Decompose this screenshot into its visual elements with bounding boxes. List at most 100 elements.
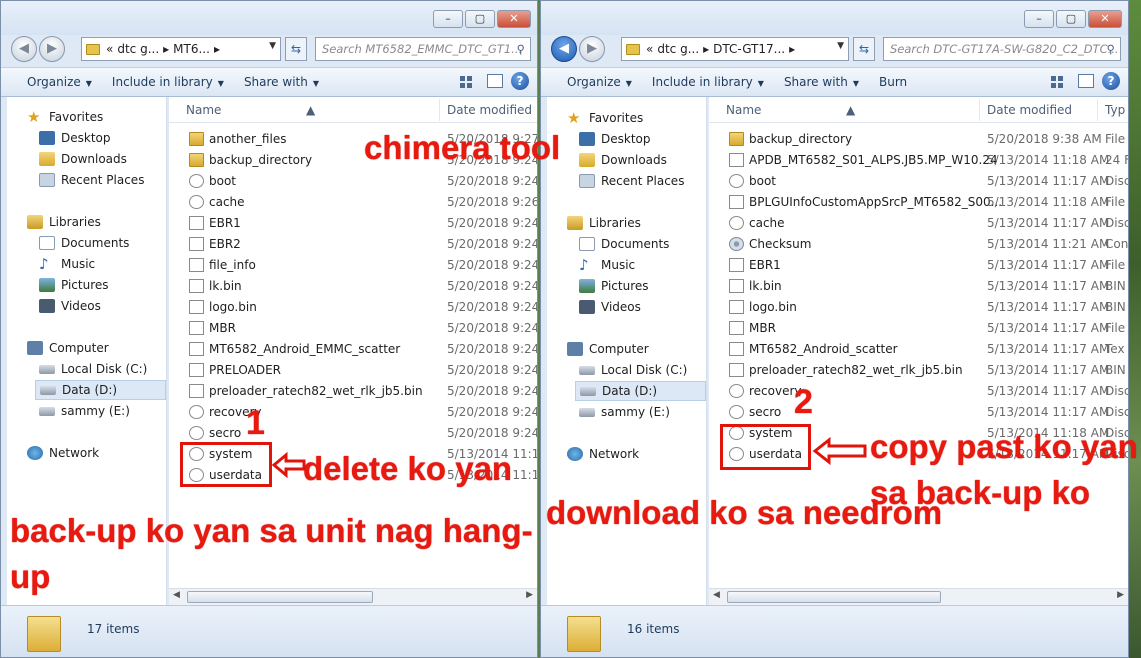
file-row[interactable]: lk.bin 5/20/2018 9:24 A [179,276,537,297]
nav-local-disk[interactable]: Local Disk (C:) [579,360,687,380]
file-row[interactable]: recovery 5/13/2014 11:17 AM Disc [719,381,1128,402]
nav-music[interactable]: ♪ Music [579,255,635,275]
minimize-button[interactable]: – [1024,10,1054,28]
close-button[interactable]: ✕ [1088,10,1122,28]
nav-desktop[interactable]: Desktop [39,128,111,148]
file-row[interactable]: PRELOADER 5/20/2018 9:24 A [179,360,537,381]
column-name[interactable]: Name [186,103,221,117]
nav-recent-places[interactable]: Recent Places [579,171,684,191]
chevron-down-icon[interactable]: ▼ [837,41,844,51]
include-in-library-menu[interactable]: Include in library ▼ [642,75,774,89]
preview-pane-icon[interactable] [487,74,503,88]
nav-recent-places[interactable]: Recent Places [39,170,144,190]
column-type[interactable]: Typ [1105,103,1125,117]
file-row[interactable]: MT6582_Android_scatter 5/13/2014 11:17 AM… [719,339,1125,360]
file-row[interactable]: preloader_ratech82_wet_rlk_jb5.bin 5/20/2… [179,381,537,402]
file-row[interactable]: cache 5/20/2018 9:26 A [179,192,537,213]
nav-pictures[interactable]: Pictures [579,276,649,296]
breadcrumb-item[interactable]: dtc g... [657,42,699,56]
back-button[interactable]: ◀ [551,36,577,62]
scrollbar-thumb[interactable] [727,591,941,603]
nav-music[interactable]: ♪ Music [39,254,95,274]
file-row[interactable]: EBR2 5/20/2018 9:24 A [179,234,537,255]
nav-network[interactable]: Network [27,443,99,463]
file-row[interactable]: EBR1 5/13/2014 11:17 AM File [719,255,1125,276]
address-bar[interactable]: « dtc g... ▸ MT6... ▸ ▼ [81,37,281,61]
file-row[interactable]: logo.bin 5/13/2014 11:17 AM BIN [719,297,1126,318]
back-button[interactable]: ◀ [11,36,37,62]
file-row[interactable]: Checksum 5/13/2014 11:21 AM Con [719,234,1128,255]
search-input[interactable]: Search MT6582_EMMC_DTC_GT1... ⚲ [315,37,531,61]
file-row[interactable]: boot 5/20/2018 9:24 A [179,171,537,192]
nav-data-disk[interactable]: Data (D:) [35,380,166,400]
scroll-right-icon[interactable]: ▶ [526,590,533,600]
organize-menu[interactable]: Organize ▼ [1,75,102,89]
file-row[interactable]: logo.bin 5/20/2018 9:24 A [179,297,537,318]
nav-sammy-disk[interactable]: sammy (E:) [579,402,670,422]
scrollbar-thumb[interactable] [187,591,373,603]
chevron-down-icon[interactable]: ▼ [269,41,276,51]
column-name[interactable]: Name [726,103,761,117]
maximize-button[interactable]: ▢ [465,10,495,28]
nav-libraries[interactable]: Libraries [27,212,101,232]
close-button[interactable]: ✕ [497,10,531,28]
nav-documents[interactable]: Documents [39,233,129,253]
file-row[interactable]: MT6582_Android_EMMC_scatter 5/20/2018 9:2… [179,339,537,360]
address-bar[interactable]: « dtc g... ▸ DTC-GT17... ▸ ▼ [621,37,849,61]
forward-button[interactable]: ▶ [39,36,65,62]
file-row[interactable]: secro 5/20/2018 9:24 A [179,423,537,444]
search-icon[interactable]: ⚲ [517,38,525,60]
forward-button[interactable]: ▶ [579,36,605,62]
nav-computer[interactable]: Computer [567,339,649,359]
share-with-menu[interactable]: Share with ▼ [774,75,869,89]
nav-videos[interactable]: Videos [39,296,101,316]
help-icon[interactable]: ? [1102,72,1120,90]
file-row[interactable]: EBR1 5/20/2018 9:24 A [179,213,537,234]
column-date-modified[interactable]: Date modified [987,103,1072,117]
nav-documents[interactable]: Documents [579,234,669,254]
scroll-right-icon[interactable]: ▶ [1117,590,1124,600]
file-row[interactable]: lk.bin 5/13/2014 11:17 AM BIN [719,276,1126,297]
file-row[interactable]: boot 5/13/2014 11:17 AM Disc [719,171,1128,192]
nav-downloads[interactable]: Downloads [579,150,667,170]
share-with-menu[interactable]: Share with ▼ [234,75,329,89]
view-options-icon[interactable] [1048,72,1070,90]
scroll-left-icon[interactable]: ◀ [173,590,180,600]
breadcrumb-item[interactable]: DTC-GT17... [713,42,785,56]
nav-libraries[interactable]: Libraries [567,213,641,233]
minimize-button[interactable]: – [433,10,463,28]
horizontal-scrollbar[interactable]: ◀ ▶ [169,588,537,605]
nav-videos[interactable]: Videos [579,297,641,317]
nav-data-disk[interactable]: Data (D:) [575,381,706,401]
file-row[interactable]: recovery5/20/2018 9:24 A [179,402,537,423]
horizontal-scrollbar[interactable]: ◀ ▶ [709,588,1128,605]
file-row[interactable]: file_info 5/20/2018 9:24 A [179,255,537,276]
file-row[interactable]: MBR 5/20/2018 9:24 A [179,318,537,339]
search-input[interactable]: Search DTC-GT17A-SW-G820_C2_DTC... ⚲ [883,37,1121,61]
breadcrumb-item[interactable]: MT6... [173,42,210,56]
refresh-button[interactable]: ⇆ [853,37,875,61]
nav-favorites[interactable]: ★ Favorites [27,107,103,127]
scroll-left-icon[interactable]: ◀ [713,590,720,600]
refresh-button[interactable]: ⇆ [285,37,307,61]
nav-sammy-disk[interactable]: sammy (E:) [39,401,130,421]
nav-favorites[interactable]: ★ Favorites [567,108,643,128]
nav-computer[interactable]: Computer [27,338,109,358]
nav-network[interactable]: Network [567,444,639,464]
organize-menu[interactable]: Organize ▼ [541,75,642,89]
file-row[interactable]: secro 5/13/2014 11:17 AM Disc [719,402,1128,423]
file-row[interactable]: cache 5/13/2014 11:17 AM Disc [719,213,1128,234]
search-icon[interactable]: ⚲ [1107,38,1115,60]
nav-downloads[interactable]: Downloads [39,149,127,169]
file-row[interactable]: MBR 5/13/2014 11:17 AM File [719,318,1125,339]
column-date-modified[interactable]: Date modified [447,103,532,117]
view-options-icon[interactable] [457,72,479,90]
help-icon[interactable]: ? [511,72,529,90]
nav-pictures[interactable]: Pictures [39,275,109,295]
nav-local-disk[interactable]: Local Disk (C:) [39,359,147,379]
preview-pane-icon[interactable] [1078,74,1094,88]
burn-button[interactable]: Burn [869,75,917,89]
maximize-button[interactable]: ▢ [1056,10,1086,28]
file-row[interactable]: APDB_MT6582_S01_ALPS.JB5.MP_W10.24 5/13/2… [719,150,1128,171]
nav-desktop[interactable]: Desktop [579,129,651,149]
